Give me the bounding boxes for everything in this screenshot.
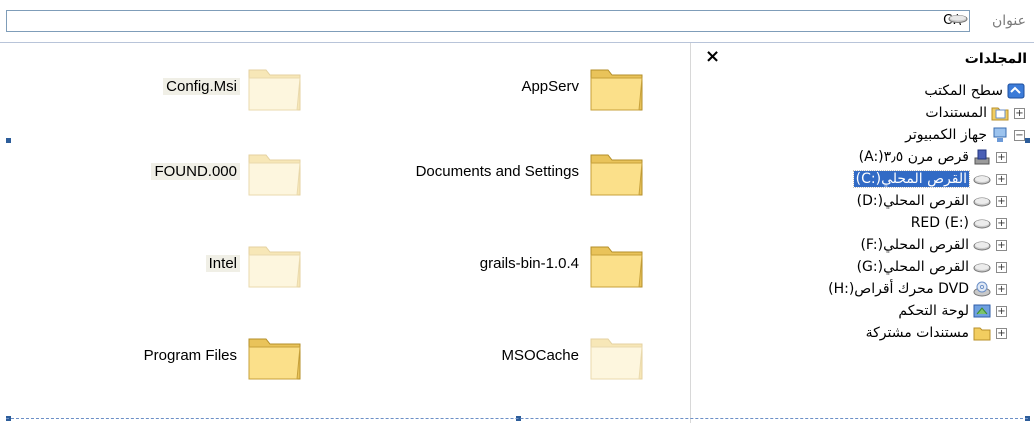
folder-name: Program Files (143, 347, 237, 364)
floppy-drive-icon (974, 149, 990, 165)
expand-icon[interactable]: + (996, 218, 1007, 229)
tree-item-shared-documents[interactable]: + مستندات مشتركة (691, 323, 1034, 345)
tree-item-label: سطح المكتب (924, 83, 1003, 99)
tree-item-label: (D:)القرص المحلي (856, 193, 969, 209)
folder-icon (590, 338, 643, 380)
tree-item-drive-h[interactable]: + (H:)محرك أقراص DVD (691, 279, 1034, 301)
expand-icon[interactable]: + (996, 152, 1007, 163)
close-icon[interactable]: × (705, 46, 720, 67)
hard-drive-icon (973, 175, 991, 185)
tree-item-label: لوحة التحكم (898, 303, 969, 319)
tree-item-drive-d[interactable]: + (D:)القرص المحلي (691, 191, 1034, 213)
hard-drive-icon (973, 219, 991, 229)
expand-icon[interactable]: + (996, 328, 1007, 339)
address-bar: C:\ عنوان (0, 0, 1034, 43)
folder-icon (248, 246, 301, 288)
tree-item-drive-a[interactable]: + (A:)قرص مرن ٣٫٥ (691, 147, 1034, 169)
selection-border (6, 418, 1028, 419)
folders-pane-header: المجلدات × (691, 43, 1034, 73)
hard-drive-icon (973, 241, 991, 251)
tree-item-control-panel[interactable]: + لوحة التحكم (691, 301, 1034, 323)
tree-item-label: مستندات مشتركة (865, 325, 969, 341)
hard-drive-icon (948, 15, 968, 23)
expand-icon[interactable]: + (996, 196, 1007, 207)
tree-item-drive-c[interactable]: + (C:)القرص المحلي (691, 169, 1034, 191)
tree-item-label: (F:)القرص المحلي (860, 237, 969, 253)
resize-handle[interactable] (6, 138, 11, 143)
address-label: عنوان (992, 13, 1026, 29)
folder-content-view: AppServ Config.Msi Documents and Setting… (0, 43, 690, 423)
tree-item-drive-g[interactable]: + (G:)القرص المحلي (691, 257, 1034, 279)
tree-item-label: جهاز الكمبيوتر (905, 127, 987, 143)
dvd-drive-icon (973, 281, 991, 297)
tree-item-label: (C:)القرص المحلي (852, 170, 971, 188)
hard-drive-icon (973, 263, 991, 273)
expand-icon[interactable]: + (996, 174, 1007, 185)
folder-item[interactable]: Program Files (0, 325, 340, 395)
tree-item-drive-e[interactable]: + RED (E:) (691, 213, 1034, 235)
control-panel-icon (973, 304, 991, 318)
tree-item-label: (H:)محرك أقراص DVD (828, 281, 969, 297)
resize-handle[interactable] (1025, 138, 1030, 143)
folder-name: Config.Msi (163, 78, 240, 95)
folder-icon (590, 69, 643, 111)
folder-name: AppServ (521, 78, 579, 95)
folder-name: grails-bin-1.0.4 (479, 255, 579, 272)
folder-name: Documents and Settings (415, 163, 579, 180)
expand-icon[interactable]: + (996, 262, 1007, 273)
folder-icon (248, 338, 301, 380)
expand-icon[interactable]: + (996, 306, 1007, 317)
desktop-icon (1007, 83, 1025, 99)
folder-item[interactable]: FOUND.000 (0, 141, 340, 211)
address-field[interactable]: C:\ (6, 10, 970, 32)
tree-item-label: المستندات (925, 105, 987, 121)
folder-icon (590, 246, 643, 288)
expand-icon[interactable]: + (996, 284, 1007, 295)
tree-item-drive-f[interactable]: + (F:)القرص المحلي (691, 235, 1034, 257)
folder-item[interactable]: grails-bin-1.0.4 (342, 233, 682, 303)
tree-item-desktop[interactable]: سطح المكتب (691, 81, 1034, 103)
my-computer-icon (993, 127, 1007, 142)
expand-icon[interactable]: + (996, 240, 1007, 251)
tree-item-label: (G:)القرص المحلي (856, 259, 969, 275)
folder-icon (590, 154, 643, 196)
tree-item-my-computer[interactable]: − جهاز الكمبيوتر (691, 125, 1034, 147)
folder-icon (248, 69, 301, 111)
folders-pane: المجلدات × سطح المكتب + المستندات − جهاز… (690, 43, 1034, 423)
folder-name: MSOCache (501, 347, 579, 364)
folder-icon (248, 154, 301, 196)
expand-icon[interactable]: + (1014, 108, 1025, 119)
collapse-icon[interactable]: − (1014, 130, 1025, 141)
folders-pane-title: المجلدات (964, 51, 1027, 67)
folder-item[interactable]: MSOCache (342, 325, 682, 395)
folder-item[interactable]: Intel (0, 233, 340, 303)
folder-name: FOUND.000 (151, 163, 240, 180)
folder-item[interactable]: Documents and Settings (342, 141, 682, 211)
folder-name: Intel (205, 255, 240, 272)
tree-item-label: RED (E:) (910, 215, 969, 231)
folder-item[interactable]: AppServ (342, 56, 682, 126)
shared-folder-icon (973, 327, 991, 341)
tree-item-documents[interactable]: + المستندات (691, 103, 1034, 125)
my-documents-icon (991, 107, 1009, 121)
folder-item[interactable]: Config.Msi (0, 56, 340, 126)
hard-drive-icon (973, 197, 991, 207)
tree-item-label: (A:)قرص مرن ٣٫٥ (858, 149, 969, 165)
